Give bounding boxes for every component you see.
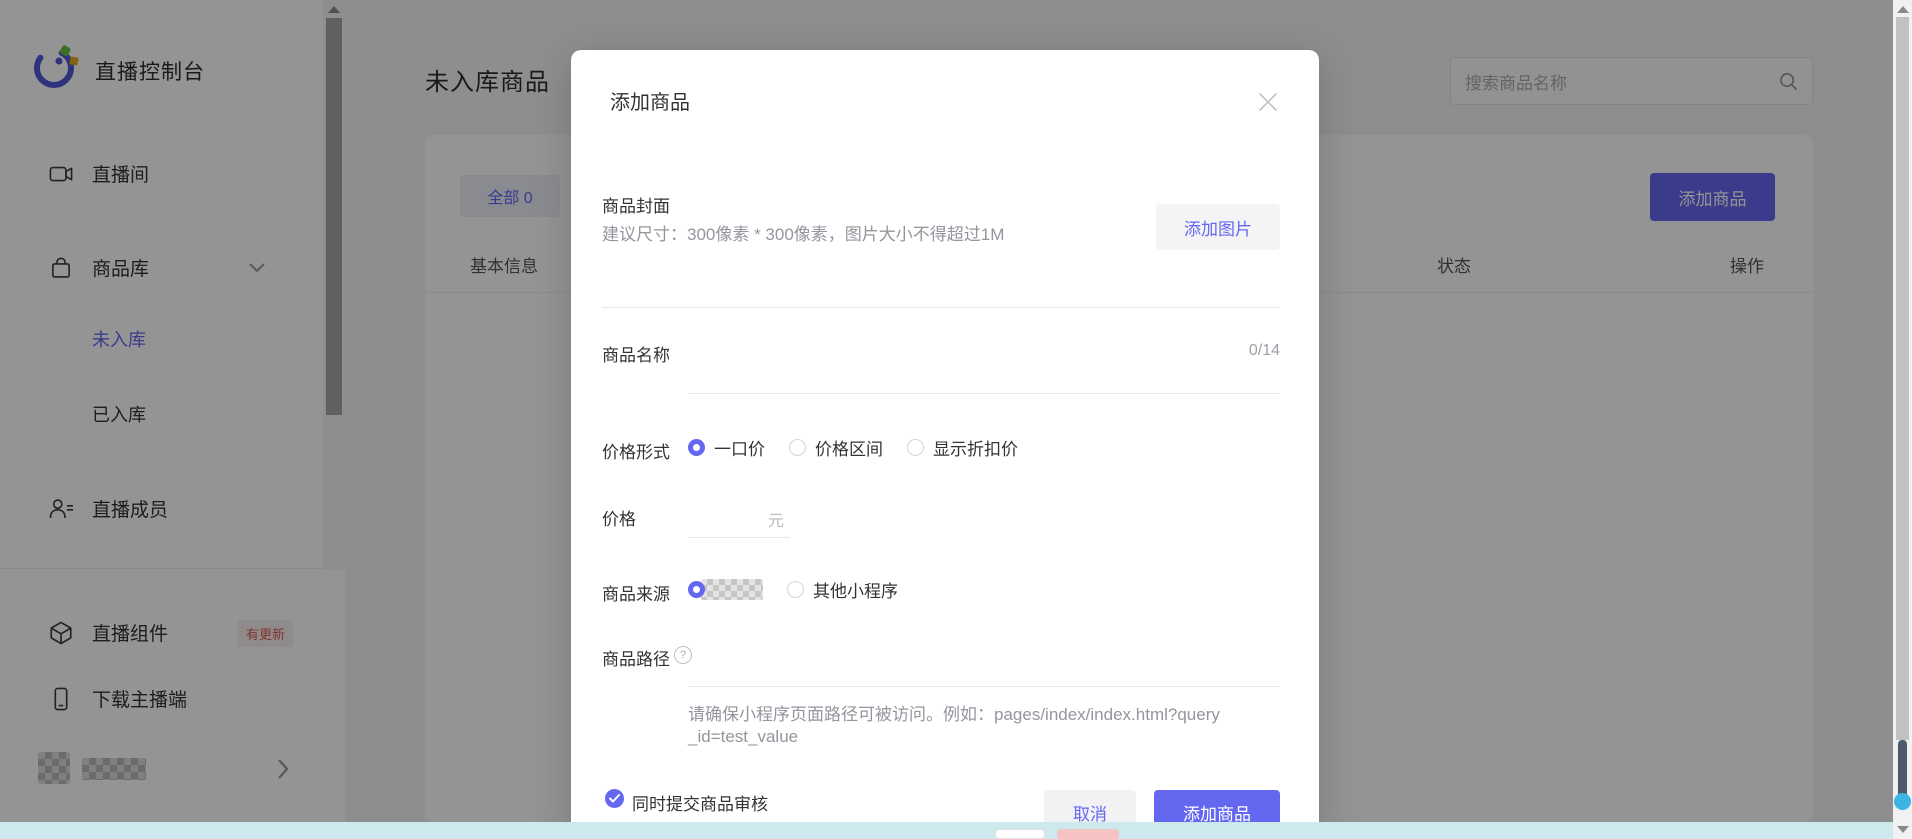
source-label: 商品来源 xyxy=(602,585,670,604)
path-hint-line2: _id=test_value xyxy=(688,727,799,746)
price-label: 价格 xyxy=(602,510,636,529)
price-type-options: 一口价 价格区间 显示折扣价 xyxy=(688,435,1018,460)
help-icon[interactable]: ? xyxy=(674,646,692,664)
cover-label: 商品封面 xyxy=(602,197,670,216)
scroll-cursor-dot xyxy=(1894,793,1911,810)
close-icon[interactable] xyxy=(1256,90,1280,114)
screen: 直播控制台 直播间 商品库 未入库 已入库 直播成员 直播组件 有更新 下载主播… xyxy=(0,0,1912,839)
product-name-input[interactable] xyxy=(688,393,1280,394)
taskbar-partial-button-white[interactable] xyxy=(995,829,1045,839)
submit-review-label[interactable]: 同时提交商品审核 xyxy=(632,790,768,815)
char-counter: 0/14 xyxy=(1248,342,1280,359)
path-input[interactable] xyxy=(688,686,1280,687)
add-image-button[interactable]: 添加图片 xyxy=(1156,204,1280,250)
radio-option-fixed-price[interactable]: 一口价 xyxy=(688,435,765,460)
radio-icon[interactable] xyxy=(789,439,806,456)
add-product-modal: 添加商品 商品封面 建议尺寸：300像素 * 300像素，图片大小不得超过1M … xyxy=(571,50,1319,839)
taskbar-strip xyxy=(0,822,1893,839)
modal-title: 添加商品 xyxy=(610,92,690,114)
page-scroll-up-icon[interactable] xyxy=(1897,6,1909,13)
path-hint-line1: 请确保小程序页面路径可被访问。例如：pages/index/index.html… xyxy=(688,705,1220,724)
check-icon xyxy=(609,794,620,803)
radio-option-other-miniprogram[interactable]: 其他小程序 xyxy=(787,577,898,602)
radio-selected-icon[interactable] xyxy=(688,581,705,598)
section-divider xyxy=(602,307,1280,308)
taskbar-partial-button-pink[interactable] xyxy=(1057,829,1119,839)
path-label: 商品路径 xyxy=(602,650,670,669)
page-scrollbar-thumb[interactable] xyxy=(1896,17,1909,740)
radio-option-own-miniprogram[interactable] xyxy=(688,579,763,600)
radio-option-discount-price[interactable]: 显示折扣价 xyxy=(907,435,1018,460)
price-type-label: 价格形式 xyxy=(602,443,670,462)
submit-review-checkbox[interactable] xyxy=(605,789,624,808)
product-name-label: 商品名称 xyxy=(602,346,670,365)
radio-icon[interactable] xyxy=(907,439,924,456)
source-options: 其他小程序 xyxy=(688,577,898,602)
radio-selected-icon[interactable] xyxy=(688,439,705,456)
radio-icon[interactable] xyxy=(787,581,804,598)
price-unit: 元 xyxy=(767,513,784,530)
radio-option-price-range[interactable]: 价格区间 xyxy=(789,435,883,460)
price-input[interactable]: 元 xyxy=(688,501,790,538)
source-name-redacted xyxy=(701,579,763,600)
page-scroll-down-icon[interactable] xyxy=(1897,826,1909,833)
cover-hint: 建议尺寸：300像素 * 300像素，图片大小不得超过1M xyxy=(602,225,1005,244)
